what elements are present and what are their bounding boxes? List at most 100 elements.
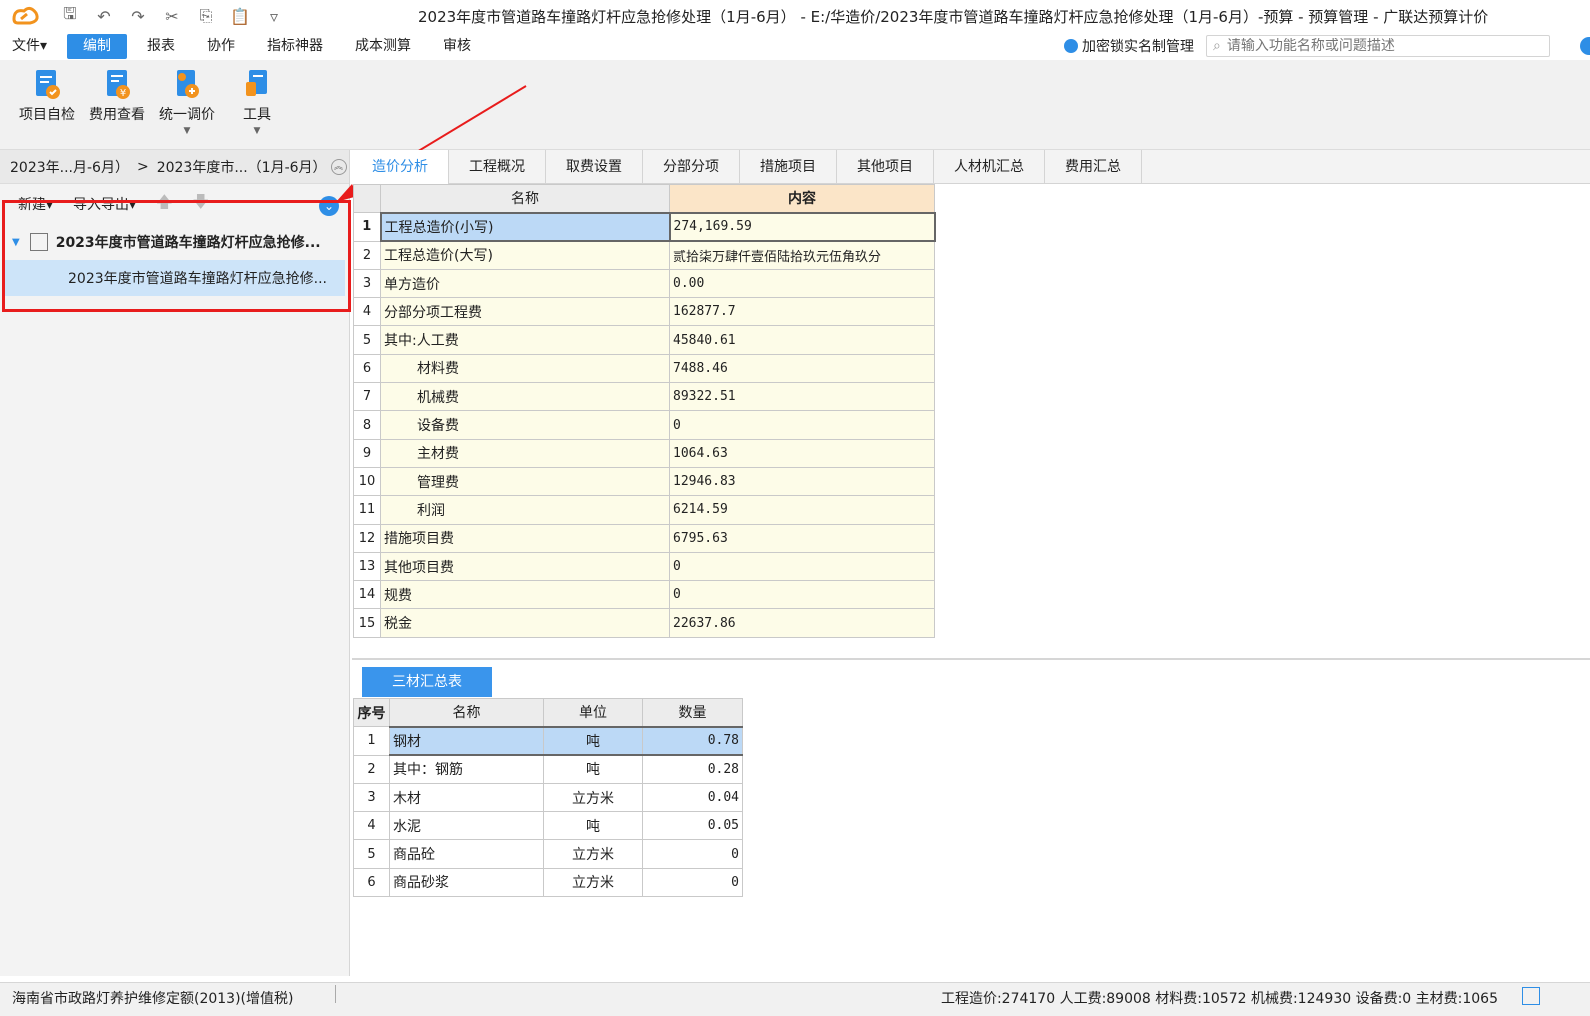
row-name[interactable]: 措施项目费	[380, 523, 670, 553]
save-icon[interactable]: 🖫	[60, 3, 80, 30]
row-qty[interactable]: 0.04	[642, 782, 743, 813]
row-name[interactable]: 其他项目费	[380, 551, 670, 582]
dropdown-chevron-icon[interactable]: ▼	[184, 126, 191, 136]
table-row[interactable]: 12 措施项目费 6795.63	[353, 523, 935, 553]
table-row[interactable]: 7 机械费 89322.51	[353, 382, 935, 412]
table-row[interactable]: 5 商品砼 立方米 0	[353, 839, 743, 869]
table-row[interactable]: 8 设备费 0	[353, 410, 935, 440]
row-name[interactable]: 税金	[380, 608, 670, 638]
table-row[interactable]: 13 其他项目费 0	[353, 551, 935, 582]
tab-fee-summary[interactable]: 费用汇总	[1045, 150, 1142, 184]
table-row[interactable]: 14 规费 0	[353, 580, 935, 610]
copy-icon[interactable]: ⎘	[196, 6, 216, 26]
row-value[interactable]: 7488.46	[669, 353, 935, 384]
table-row[interactable]: 2 其中：钢筋吨 0.28	[353, 754, 743, 784]
tools-button[interactable]: 工具 ▼	[222, 60, 292, 149]
row-unit[interactable]: 吨	[543, 725, 643, 757]
tab-fee-settings[interactable]: 取费设置	[546, 150, 643, 184]
table-row[interactable]: 6 商品砂浆 立方米 0	[353, 867, 743, 898]
row-name[interactable]: 其中:人工费	[380, 325, 670, 355]
row-qty[interactable]: 0.05	[642, 811, 743, 841]
row-unit[interactable]: 吨	[543, 754, 643, 784]
breadcrumb-unit[interactable]: 2023年度市...（1月-6月）	[157, 157, 327, 177]
pane-splitter[interactable]	[352, 658, 1590, 660]
tab-measures[interactable]: 措施项目	[740, 150, 837, 184]
row-name[interactable]: 工程总造价(小写)	[379, 211, 671, 243]
row-name[interactable]: 分部分项工程费	[380, 297, 670, 327]
row-qty[interactable]: 0.78	[642, 725, 743, 757]
row-unit[interactable]: 吨	[543, 811, 643, 841]
row-value[interactable]: 162877.7	[669, 297, 935, 327]
row-value[interactable]: 45840.61	[669, 325, 935, 355]
row-name[interactable]: 工程总造价(大写)	[380, 240, 670, 270]
row-qty[interactable]: 0.28	[642, 754, 743, 784]
row-qty[interactable]: 0	[642, 839, 743, 869]
row-name[interactable]: 规费	[380, 580, 670, 610]
tab-sub-items[interactable]: 分部分项	[643, 150, 740, 184]
row-value[interactable]: 0.00	[669, 268, 935, 299]
row-qty[interactable]: 0	[642, 867, 743, 898]
fee-view-button[interactable]: ¥ 费用查看	[82, 60, 152, 149]
search-input[interactable]	[1226, 38, 1527, 54]
row-value[interactable]: 6795.63	[669, 523, 935, 553]
table-row[interactable]: 4 水泥吨 0.05	[353, 811, 743, 841]
table-row[interactable]: 3 单方造价 0.00	[353, 268, 935, 299]
row-value[interactable]: 0	[669, 410, 935, 440]
menu-report[interactable]: 报表	[135, 34, 187, 59]
unified-price-adjust-button[interactable]: 统一调价 ▼	[152, 60, 222, 149]
row-name[interactable]: 钢材	[389, 725, 544, 757]
row-name[interactable]: 水泥	[389, 811, 544, 841]
row-value[interactable]: 274,169.59	[668, 211, 936, 243]
row-name[interactable]: 材料费	[380, 353, 670, 384]
lock-realname-link[interactable]: 加密锁实名制管理	[1064, 36, 1194, 56]
row-name[interactable]: 其中：钢筋	[389, 754, 544, 784]
function-search-box[interactable]: ⌕	[1206, 35, 1550, 57]
menu-cost-calc[interactable]: 成本测算	[343, 34, 423, 59]
table-row[interactable]: 5 其中:人工费 45840.61	[353, 325, 935, 355]
redo-icon[interactable]: ↷	[128, 7, 148, 26]
row-name[interactable]: 利润	[380, 495, 670, 525]
table-row[interactable]: 4 分部分项工程费 162877.7	[353, 297, 935, 327]
row-value[interactable]: 12946.83	[669, 466, 935, 497]
row-unit[interactable]: 立方米	[543, 839, 643, 869]
row-value[interactable]: 0	[669, 551, 935, 582]
dropdown-chevron-icon[interactable]: ▼	[254, 126, 261, 136]
row-value[interactable]: 6214.59	[669, 495, 935, 525]
menu-review[interactable]: 审核	[431, 34, 483, 59]
table-row[interactable]: 10 管理费 12946.83	[353, 466, 935, 497]
row-name[interactable]: 单方造价	[380, 268, 670, 299]
table-row[interactable]: 15 税金 22637.86	[353, 608, 935, 638]
table-row[interactable]: 1 工程总造价(小写) 274,169.59	[353, 211, 936, 243]
row-unit[interactable]: 立方米	[543, 867, 643, 898]
row-name[interactable]: 商品砼	[389, 839, 544, 869]
row-name[interactable]: 管理费	[380, 466, 670, 497]
menu-indicator[interactable]: 指标神器	[255, 34, 335, 59]
menu-collab[interactable]: 协作	[195, 34, 247, 59]
menu-file[interactable]: 文件▾	[0, 34, 59, 59]
tab-project-overview[interactable]: 工程概况	[449, 150, 546, 184]
table-row[interactable]: 11 利润 6214.59	[353, 495, 935, 525]
paste-icon[interactable]: 📋	[230, 7, 250, 26]
row-value[interactable]: 贰拾柒万肆仟壹佰陆拾玖元伍角玖分	[669, 240, 935, 270]
row-name[interactable]: 设备费	[380, 410, 670, 440]
row-name[interactable]: 木材	[389, 782, 544, 813]
tab-three-materials-summary[interactable]: 三材汇总表	[362, 667, 492, 697]
table-row[interactable]: 9 主材费 1064.63	[353, 438, 935, 468]
undo-icon[interactable]: ↶	[94, 7, 114, 26]
project-self-check-button[interactable]: 项目自检	[12, 60, 82, 149]
menu-edit[interactable]: 编制	[67, 34, 128, 59]
row-value[interactable]: 1064.63	[669, 438, 935, 468]
customize-chevron-icon[interactable]: ▿	[264, 7, 284, 26]
row-value[interactable]: 0	[669, 580, 935, 610]
cut-icon[interactable]: ✂	[162, 7, 182, 26]
breadcrumb-project[interactable]: 2023年...月-6月）	[10, 157, 129, 177]
table-row[interactable]: 2 工程总造价(大写) 贰拾柒万肆仟壹佰陆拾玖元伍角玖分	[353, 240, 935, 270]
calculator-icon[interactable]	[1522, 987, 1540, 1005]
tab-other-items[interactable]: 其他项目	[837, 150, 934, 184]
row-unit[interactable]: 立方米	[543, 782, 643, 813]
row-name[interactable]: 机械费	[380, 382, 670, 412]
table-row[interactable]: 3 木材 立方米 0.04	[353, 782, 743, 813]
row-value[interactable]: 22637.86	[669, 608, 935, 638]
tab-cost-analysis[interactable]: 造价分析	[352, 150, 449, 184]
table-row[interactable]: 1 钢材吨 0.78	[353, 725, 743, 757]
